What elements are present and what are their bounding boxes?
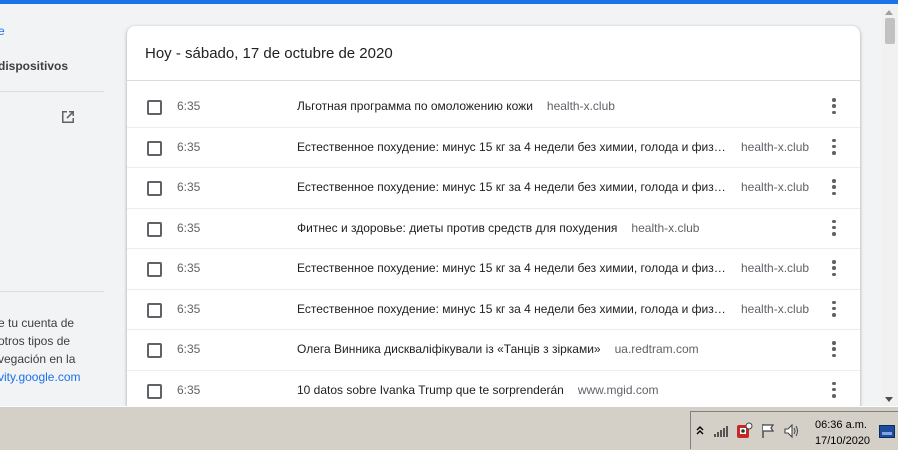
activity-link[interactable]: vity.google.com: [0, 368, 112, 386]
sidebar-item-devices[interactable]: dispositivos: [0, 59, 68, 73]
divider: [0, 91, 104, 92]
scroll-up-arrow-icon[interactable]: [885, 10, 893, 15]
entry-checkbox[interactable]: [147, 221, 162, 237]
entry-domain: health-x.club: [546, 99, 615, 113]
more-actions-icon[interactable]: [828, 300, 840, 317]
history-entry[interactable]: 6:35 Естественное похудение: минус 15 кг…: [127, 290, 860, 330]
entry-checkbox[interactable]: [147, 302, 162, 318]
more-actions-icon[interactable]: [828, 381, 840, 398]
entry-checkbox[interactable]: [147, 343, 162, 358]
history-entry[interactable]: 6:35 10 datos sobre Ivanka Trump que te …: [127, 371, 860, 409]
sidebar-info-text: e tu cuenta de otros tipos de vegación e…: [0, 314, 112, 386]
entry-time: 6:35: [177, 382, 201, 397]
show-desktop-icon[interactable]: [879, 425, 895, 438]
info-line: otros tipos de: [0, 334, 71, 348]
entry-domain: health-x.club: [741, 180, 810, 194]
entry-time: 6:35: [177, 342, 201, 356]
history-entry[interactable]: 6:35 Естественное похудение: минус 15 кг…: [127, 249, 860, 290]
entry-domain: health-x.club: [741, 301, 810, 316]
more-actions-icon[interactable]: [828, 341, 840, 357]
history-entry[interactable]: 6:35 Фитнес и здоровье: диеты против сре…: [127, 209, 860, 249]
entry-checkbox[interactable]: [147, 100, 162, 115]
entry-time: 6:35: [177, 261, 201, 275]
more-actions-icon[interactable]: [828, 260, 840, 276]
entry-domain: www.mgid.com: [577, 382, 659, 397]
entry-checkbox[interactable]: [147, 383, 162, 399]
history-list: 6:35 Льготная программа по омоложению ко…: [127, 81, 860, 408]
entry-time: 6:35: [177, 220, 201, 235]
entry-time: 6:35: [177, 139, 201, 154]
entry-title-link[interactable]: Естественное похудение: минус 15 кг за 4…: [297, 140, 727, 154]
vertical-scrollbar[interactable]: [881, 4, 898, 406]
sidebar: e dispositivos e tu cuenta de otros tipo…: [0, 4, 118, 406]
more-actions-icon[interactable]: [828, 179, 840, 195]
flag-icon[interactable]: [759, 422, 777, 440]
history-entry[interactable]: 6:35 Естественное похудение: минус 15 кг…: [127, 168, 860, 209]
entry-time: 6:35: [177, 301, 201, 316]
top-accent-bar: [0, 0, 898, 4]
entry-title-link[interactable]: Естественное похудение: минус 15 кг за 4…: [297, 261, 727, 275]
info-line: vegación en la: [0, 352, 76, 366]
entry-title-link[interactable]: Фитнес и здоровье: диеты против средств …: [297, 221, 617, 235]
entry-checkbox[interactable]: [147, 140, 162, 156]
open-external-icon[interactable]: [60, 109, 76, 125]
entry-domain: health-x.club: [741, 139, 810, 154]
history-card: Hoy - sábado, 17 de octubre de 2020 6:35…: [127, 26, 860, 408]
clock-time: 06:36 a.m.: [815, 419, 867, 431]
entry-title-link[interactable]: Льготная программа по омоложению кожи: [297, 99, 533, 113]
entry-domain: ua.redtram.com: [614, 342, 699, 356]
security-shield-icon[interactable]: [735, 422, 753, 440]
divider: [0, 291, 104, 292]
more-actions-icon[interactable]: [828, 98, 840, 114]
entry-time: 6:35: [177, 180, 201, 194]
entry-domain: health-x.club: [631, 220, 700, 235]
entry-title-link[interactable]: Естественное похудение: минус 15 кг за 4…: [297, 180, 727, 194]
sidebar-link[interactable]: e: [0, 24, 5, 38]
more-actions-icon[interactable]: [828, 219, 840, 236]
entry-checkbox[interactable]: [147, 181, 162, 196]
date-header: Hoy - sábado, 17 de octubre de 2020: [127, 26, 860, 81]
entry-domain: health-x.club: [741, 261, 810, 275]
entry-title-link[interactable]: Естественное похудение: минус 15 кг за 4…: [297, 302, 727, 316]
history-entry[interactable]: 6:35 Льготная программа по омоложению ко…: [127, 87, 860, 128]
clock[interactable]: 06:36 a.m. 17/10/2020: [815, 417, 870, 449]
taskbar: 06:36 a.m. 17/10/2020: [0, 406, 898, 450]
entry-time: 6:35: [177, 99, 201, 113]
system-tray: 06:36 a.m. 17/10/2020: [690, 411, 898, 449]
more-actions-icon[interactable]: [828, 138, 840, 155]
entry-title-link[interactable]: 10 datos sobre Ivanka Trump que te sorpr…: [297, 383, 564, 397]
scroll-down-arrow-icon[interactable]: [885, 397, 893, 402]
network-signal-icon[interactable]: [712, 422, 730, 440]
info-line: e tu cuenta de: [0, 316, 75, 330]
scroll-thumb[interactable]: [885, 18, 895, 44]
volume-icon[interactable]: [783, 422, 801, 440]
entry-checkbox[interactable]: [147, 262, 162, 277]
clock-date: 17/10/2020: [815, 435, 871, 447]
history-entry[interactable]: 6:35 Олега Винника дискваліфікували із «…: [127, 330, 860, 371]
entry-title-link[interactable]: Олега Винника дискваліфікували із «Танці…: [297, 342, 601, 356]
chevron-up-icon[interactable]: [691, 422, 709, 440]
history-entry[interactable]: 6:35 Естественное похудение: минус 15 кг…: [127, 128, 860, 168]
